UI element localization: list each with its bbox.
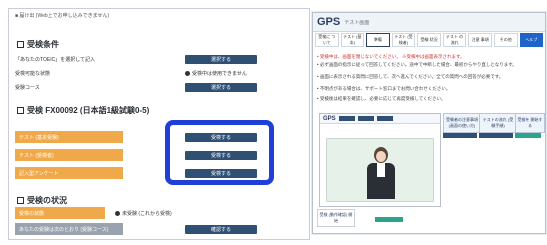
top-note: ■ 届け出 (Web上でお申し込みできません) bbox=[15, 13, 110, 19]
info-line-5: • 受検後は結果を確認し、必要に応じて再度受検してください。 bbox=[317, 96, 446, 101]
action-button-2[interactable] bbox=[479, 133, 513, 138]
info-line-3: • 画面に表示される質問に回答して、次へ進んでください。全ての質問への回答が必要… bbox=[317, 74, 504, 79]
video-area bbox=[326, 138, 434, 202]
callout-1: 受験者の注意事項 (画面の使い方) bbox=[443, 113, 481, 133]
tab-7[interactable]: 注意 事項 bbox=[468, 33, 492, 47]
info-line-4: • 不明点がある場合は、サポート窓口までお問い合わせください。 bbox=[317, 86, 451, 91]
section-title-conditions: 受検条件 bbox=[17, 39, 59, 50]
radio-option[interactable]: 未受験 (これから受検) bbox=[115, 207, 303, 219]
presenter-image bbox=[365, 147, 397, 199]
row-condition-1: 「あなたのTOEIC」を選択して記入 選択する bbox=[15, 53, 303, 65]
inner-toolbar-button[interactable] bbox=[357, 116, 374, 121]
inner-toolbar-button[interactable] bbox=[376, 116, 393, 121]
row-label: テスト (受検者) bbox=[19, 152, 54, 159]
tab-2[interactable]: テスト (基本) bbox=[340, 33, 365, 47]
info-line-1: • 受検中は、画面を閉じないでください。 ※受検中は画面表示されます。 bbox=[317, 54, 465, 59]
row-status-2: あなたの受験は次のとおり (受験コース) 確認する bbox=[15, 223, 303, 235]
tab-5[interactable]: 受験 状況 bbox=[417, 33, 441, 47]
section-icon bbox=[17, 197, 24, 204]
section-title-tests: 受検 FX00092 (日本語1級試験0-5) bbox=[17, 105, 149, 116]
row-label: テスト (基本受験) bbox=[19, 134, 59, 141]
tab-3[interactable]: 準備 bbox=[366, 33, 390, 47]
info-line-2: • 必ず画面の指示に従って回答してください。途中で中断した場合、最初からやり直し… bbox=[317, 62, 517, 67]
tab-6[interactable]: テスト の流れ bbox=[442, 33, 467, 47]
inner-toolbar: GPS bbox=[320, 114, 440, 124]
tab-1[interactable]: 受検に ついて bbox=[315, 33, 339, 47]
tab-8[interactable]: その他 bbox=[493, 33, 518, 47]
left-panel: ■ 届け出 (Web上でお申し込みできません) 受検条件 「あなたのTOEIC」… bbox=[8, 8, 310, 240]
section-icon bbox=[17, 41, 24, 48]
row-label: 「あなたのTOEIC」を選択して記入 bbox=[15, 56, 96, 63]
row-label: 受験コース bbox=[15, 84, 40, 91]
gps-subtitle: テスト画面 bbox=[344, 19, 370, 26]
highlight-frame bbox=[165, 120, 274, 185]
section-title-status: 受検の状況 bbox=[17, 195, 67, 206]
select-button-1[interactable]: 選択する bbox=[185, 54, 257, 64]
row-label: 受検可能な状態 bbox=[15, 70, 51, 77]
callout-3: 受検を 開始する bbox=[515, 113, 545, 133]
select-button-2[interactable]: 選択する bbox=[185, 82, 257, 92]
row-status-1: 受検の状態 未受験 (これから受検) bbox=[15, 207, 303, 219]
presenter-face bbox=[376, 151, 386, 162]
bottom-start-button[interactable] bbox=[375, 217, 403, 222]
callout-2: テストの流れ (受験手順) bbox=[479, 113, 517, 133]
row-condition-3: 受験コース 選択する bbox=[15, 81, 303, 93]
start-button[interactable] bbox=[515, 133, 541, 138]
confirm-button[interactable]: 確認する bbox=[185, 224, 257, 234]
tab-4[interactable]: テスト (受検者) bbox=[391, 33, 416, 47]
action-button-1[interactable] bbox=[443, 133, 477, 138]
right-panel: GPS テスト画面 受検に ついて テスト (基本) 準備 テスト (受検者) … bbox=[312, 12, 546, 234]
gps-logo: GPS bbox=[317, 16, 341, 28]
row-label: 受検の状態 bbox=[19, 210, 45, 217]
tab-bar: 受検に ついて テスト (基本) 準備 テスト (受検者) 受験 状況 テスト … bbox=[313, 31, 545, 49]
radio-option[interactable]: 受検中は使用できません bbox=[185, 67, 303, 79]
right-header: GPS テスト画面 bbox=[313, 13, 545, 32]
inner-screen: GPS bbox=[319, 113, 441, 207]
row-label: 記入型アンケート bbox=[19, 170, 59, 177]
row-condition-2: 受検可能な状態 受検中は使用できません bbox=[15, 67, 303, 79]
inner-gps-logo: GPS bbox=[323, 115, 336, 122]
tab-9[interactable]: ヘルプ bbox=[519, 33, 544, 47]
radio-dot-icon[interactable] bbox=[185, 70, 190, 76]
bottom-callout: 受検 (動作確認) 開始 bbox=[317, 209, 355, 227]
radio-dot-icon[interactable] bbox=[115, 210, 120, 216]
inner-toolbar-button[interactable] bbox=[338, 116, 355, 121]
row-label: あなたの受験は次のとおり (受験コース) bbox=[19, 226, 109, 233]
presenter-shirt bbox=[377, 163, 385, 177]
section-icon bbox=[17, 107, 24, 114]
